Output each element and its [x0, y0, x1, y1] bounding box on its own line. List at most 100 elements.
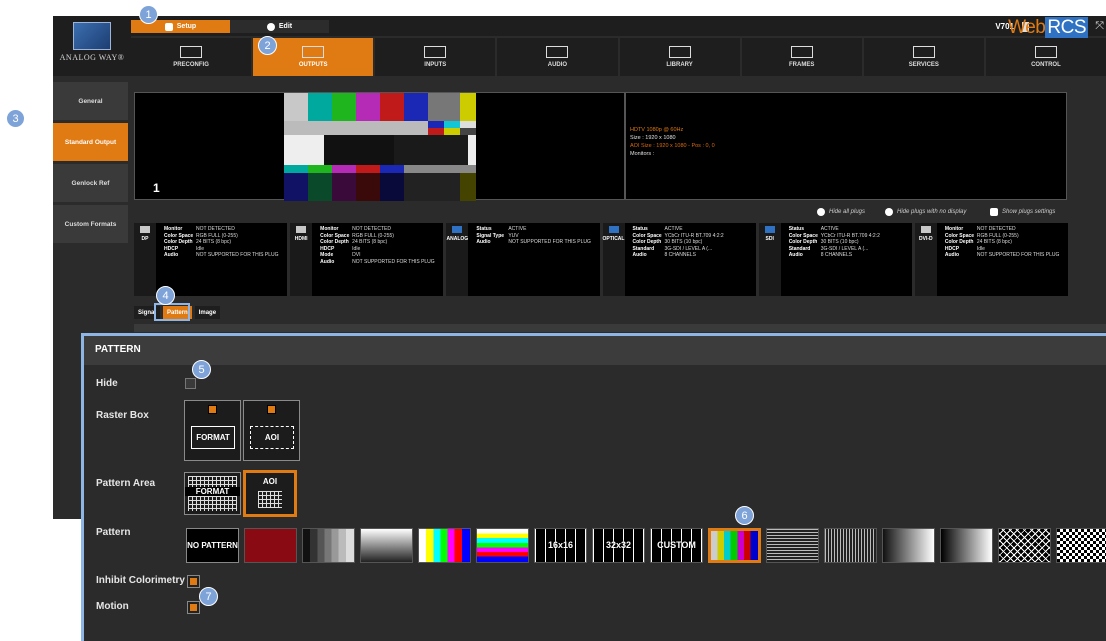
pattern-option-crosshatch[interactable]: [998, 528, 1051, 563]
plug-detail-row: Audio 8 CHANNELS: [789, 252, 904, 259]
gear-icon: [990, 207, 998, 216]
hide-no-display-option[interactable]: Hide plugs with no display: [885, 206, 966, 217]
pattern-panel: PATTERN Hide Raster Box FORMAT AOI Patte…: [81, 333, 1106, 641]
plug-detail-value: NOT SUPPORTED FOR THIS PLUG: [352, 258, 435, 265]
pattern-option-custom[interactable]: CUSTOM: [650, 528, 703, 563]
tab-label: OUTPUTS: [298, 62, 328, 68]
plug-dvi-d[interactable]: DVI-D Monitor NOT DETECTED Color Space RGB F…: [914, 223, 1069, 296]
sidebar: General Standard Output Genlock Ref Custom …: [53, 82, 128, 246]
preconfig-icon: [180, 46, 203, 58]
eye-off-icon: [885, 207, 893, 216]
connector-icon: [764, 226, 775, 233]
show-plug-settings-option[interactable]: Show plugs settings: [990, 206, 1055, 217]
subtab-image[interactable]: Image: [194, 306, 221, 319]
tab-control[interactable]: CONTROL: [985, 38, 1106, 76]
callout-6: 6: [735, 506, 754, 525]
callout-1: 1: [139, 5, 158, 24]
tab-preconfig[interactable]: PRECONFIG: [131, 38, 252, 76]
sidebar-item-standard-output[interactable]: Standard Output: [53, 123, 128, 161]
tab-library[interactable]: LIBRARY: [619, 38, 740, 76]
hide-checkbox[interactable]: [185, 378, 196, 389]
pattern-option-label: NO PATTERN: [187, 541, 238, 550]
pattern-option-grey-steps[interactable]: [302, 528, 355, 563]
plug-detail-value: NOT SUPPORTED FOR THIS PLUG: [508, 239, 591, 245]
output-aoi: AOI Size : 1920 x 1080 - Pos : 0, 0: [630, 143, 715, 149]
pattern-option-smpte[interactable]: [708, 528, 761, 563]
tab-frames[interactable]: FRAMES: [741, 38, 862, 76]
fullscreen-icon[interactable]: ⤧: [1095, 20, 1104, 33]
plug-optical[interactable]: OPTICAL Status ACTIVE Color Space YCbCr ITU-…: [602, 223, 756, 296]
plug-dp[interactable]: DP Monitor NOT DETECTED Color Space RGB FULL…: [134, 223, 288, 296]
pattern-option-v-lines[interactable]: [824, 528, 877, 563]
pattern-option-16x16[interactable]: 16x16: [534, 528, 587, 563]
pattern-option-h-gradient-2[interactable]: [940, 528, 993, 563]
pattern-option-red[interactable]: [244, 528, 297, 563]
plug-connector: HDMI: [290, 223, 313, 296]
show-plug-settings-label: Show plugs settings: [1002, 208, 1056, 215]
raster-box-aoi[interactable]: AOI: [243, 400, 300, 461]
plug-name: SDI: [765, 236, 774, 242]
pattern-label: Pattern: [96, 527, 131, 538]
pattern-option-colorbars[interactable]: [418, 528, 471, 563]
callout-3: 3: [6, 109, 25, 128]
pattern-area-label: Pattern Area: [96, 478, 156, 489]
plug-sdi[interactable]: SDI Status ACTIVE Color Space YCbCr ITU-R BT…: [758, 223, 912, 296]
plug-detail-key: Audio: [164, 252, 179, 258]
plug-name: HDMI: [294, 236, 308, 242]
connector-icon: [452, 226, 463, 233]
plug-details: Status ACTIVE Color Space YCbCr ITU-R BT.70…: [789, 226, 904, 259]
pattern-panel-title: PATTERN: [84, 336, 1106, 365]
output-preview: 1: [134, 92, 625, 201]
pattern-option-32x32[interactable]: 32x32: [592, 528, 645, 563]
raster-box-format-label: FORMAT: [191, 426, 235, 449]
pattern-area-aoi[interactable]: AOI: [243, 470, 297, 517]
plug-detail-value: 8 CHANNELS: [664, 252, 696, 258]
plug-hdmi[interactable]: HDMI Monitor NOT DETECTED Color Space RGB FU…: [290, 223, 444, 296]
edit-label: Edit: [278, 23, 293, 30]
sidebar-item-general[interactable]: General: [53, 82, 128, 120]
output-format: HDTV 1080p @ 60Hz: [630, 127, 684, 133]
pattern-area-format[interactable]: FORMAT: [184, 472, 241, 515]
pattern-option-h-colorbars[interactable]: [476, 528, 529, 563]
plug-details: Monitor NOT DETECTED Color Space RGB FULL (…: [945, 226, 1060, 259]
plug-details: Status ACTIVE Color Space YCbCr ITU-R BT.70…: [633, 226, 748, 259]
tab-services[interactable]: SERVICES: [863, 38, 984, 76]
pattern-option-label: CUSTOM: [657, 540, 696, 550]
plug-details: Monitor NOT DETECTED Color Space RGB FULL (…: [164, 226, 279, 259]
connector-icon: [296, 226, 307, 233]
tab-audio[interactable]: AUDIO: [497, 38, 618, 76]
logo-text: ANALOG WAY®: [59, 53, 125, 62]
pattern-area-format-label: FORMAT: [185, 487, 240, 496]
plug-detail-row: Audio NOT SUPPORTED FOR THIS PLUG: [320, 259, 435, 266]
pattern-option-h-ramp[interactable]: [360, 528, 413, 563]
tab-inputs[interactable]: INPUTS: [375, 38, 496, 76]
pattern-option-h-gradient[interactable]: [882, 528, 935, 563]
callout-2: 2: [258, 36, 277, 55]
plug-analog[interactable]: ANALOG Status ACTIVE Signal Type YUV Audio NOT…: [446, 223, 600, 296]
pattern-option-checker[interactable]: [1056, 528, 1106, 563]
sub-panel-header: [134, 324, 1106, 332]
inhibit-colorimetry-checkbox[interactable]: [187, 575, 200, 588]
motion-label: Motion: [96, 601, 129, 612]
plug-detail-key: Audio: [944, 252, 960, 258]
raster-box-aoi-checkbox[interactable]: [267, 405, 276, 414]
sidebar-item-genlock-ref[interactable]: Genlock Ref: [53, 164, 128, 202]
connector-icon: [608, 226, 619, 233]
pattern-option-h-lines[interactable]: [766, 528, 819, 563]
hide-label: Hide: [96, 378, 118, 389]
edit-mode-button[interactable]: Edit: [230, 20, 329, 33]
tab-label: CONTROL: [1031, 62, 1061, 68]
output-monitors: Monitors :: [630, 151, 655, 157]
pattern-selector: NO PATTERN 16x16 32x32 CUSTOM: [186, 528, 1106, 563]
pattern-area-aoi-label: AOI: [262, 477, 278, 486]
pattern-option-no-pattern[interactable]: NO PATTERN: [186, 528, 239, 563]
raster-box-format-checkbox[interactable]: [208, 405, 217, 414]
outputs-icon: [302, 46, 325, 58]
motion-checkbox[interactable]: [187, 601, 200, 614]
sidebar-item-custom-formats[interactable]: Custom Formats: [53, 205, 128, 243]
plug-connector: ANALOG: [446, 223, 469, 296]
plug-details: Monitor NOT DETECTED Color Space RGB FULL (…: [320, 226, 435, 265]
play-icon: [266, 22, 275, 31]
hide-all-plugs-option[interactable]: Hide all plugs: [817, 206, 865, 217]
raster-box-format[interactable]: FORMAT: [184, 400, 241, 461]
